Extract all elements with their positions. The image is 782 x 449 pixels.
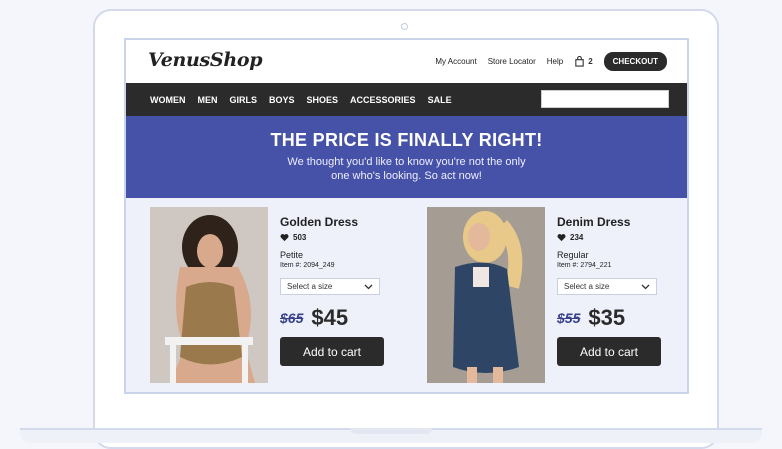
old-price: $65	[280, 310, 304, 326]
product-fit: Regular	[557, 250, 589, 260]
top-links: My Account Store Locator Help 2 CHECKOUT	[435, 52, 667, 71]
product-fit: Petite	[280, 250, 304, 260]
nav-item-sale[interactable]: SALE	[428, 95, 452, 105]
brand-logo[interactable]: VenusShop	[148, 49, 263, 71]
heart-icon	[557, 234, 566, 242]
cart-button[interactable]: 2	[574, 56, 593, 67]
add-to-cart-button[interactable]: Add to cart	[557, 337, 661, 366]
nav-item-women[interactable]: WOMEN	[150, 95, 186, 105]
banner-title: THE PRICE IS FINALLY RIGHT!	[270, 130, 543, 150]
product-name[interactable]: Golden Dress	[280, 215, 390, 229]
size-select-value: Select a size	[287, 282, 333, 291]
webcam-icon	[401, 23, 408, 30]
size-select[interactable]: Select a size	[280, 278, 380, 295]
help-link[interactable]: Help	[547, 57, 563, 66]
nav-item-shoes[interactable]: SHOES	[307, 95, 339, 105]
likes-count[interactable]: 503	[280, 233, 390, 242]
cart-count: 2	[588, 57, 593, 66]
nav-item-accessories[interactable]: ACCESSORIES	[350, 95, 416, 105]
add-to-cart-button[interactable]: Add to cart	[280, 337, 384, 366]
heart-icon	[280, 234, 289, 242]
store-locator-link[interactable]: Store Locator	[488, 57, 536, 66]
price-row: $65 $45	[280, 305, 390, 331]
product-image-golden-dress[interactable]	[150, 207, 268, 383]
promo-banner: THE PRICE IS FINALLY RIGHT! We thought y…	[126, 116, 687, 198]
current-price: $35	[588, 305, 626, 330]
chevron-down-icon	[641, 284, 650, 289]
nav-item-men[interactable]: MEN	[198, 95, 218, 105]
price-row: $55 $35	[557, 305, 667, 331]
browser-screen: VenusShop My Account Store Locator Help …	[124, 38, 689, 394]
product-item-number: Item #: 2794_221	[557, 262, 612, 269]
size-select[interactable]: Select a size	[557, 278, 657, 295]
nav-item-girls[interactable]: GIRLS	[230, 95, 258, 105]
product-area: Golden Dress 503 Petite Item #: 2094_249…	[126, 198, 687, 392]
chevron-down-icon	[364, 284, 373, 289]
likes-value: 503	[293, 233, 307, 242]
product-name[interactable]: Denim Dress	[557, 215, 667, 229]
likes-count[interactable]: 234	[557, 233, 667, 242]
product-image-denim-dress[interactable]	[427, 207, 545, 383]
banner-text: We thought you'd like to know you're not…	[287, 156, 526, 182]
product-item-number: Item #: 2094_249	[280, 262, 335, 269]
product-card: Denim Dress 234 Regular Item #: 2794_221…	[427, 207, 667, 383]
old-price: $55	[557, 310, 581, 326]
search-input[interactable]	[541, 90, 669, 108]
likes-value: 234	[570, 233, 584, 242]
laptop-notch	[350, 428, 432, 434]
site-header: VenusShop My Account Store Locator Help …	[126, 40, 687, 84]
current-price: $45	[311, 305, 349, 330]
main-nav: WOMEN MEN GIRLS BOYS SHOES ACCESSORIES S…	[126, 83, 687, 116]
my-account-link[interactable]: My Account	[435, 57, 476, 66]
checkout-button[interactable]: CHECKOUT	[603, 52, 667, 71]
product-card: Golden Dress 503 Petite Item #: 2094_249…	[150, 207, 390, 383]
nav-item-boys[interactable]: BOYS	[269, 95, 295, 105]
shopping-bag-icon	[575, 56, 584, 67]
size-select-value: Select a size	[564, 282, 610, 291]
